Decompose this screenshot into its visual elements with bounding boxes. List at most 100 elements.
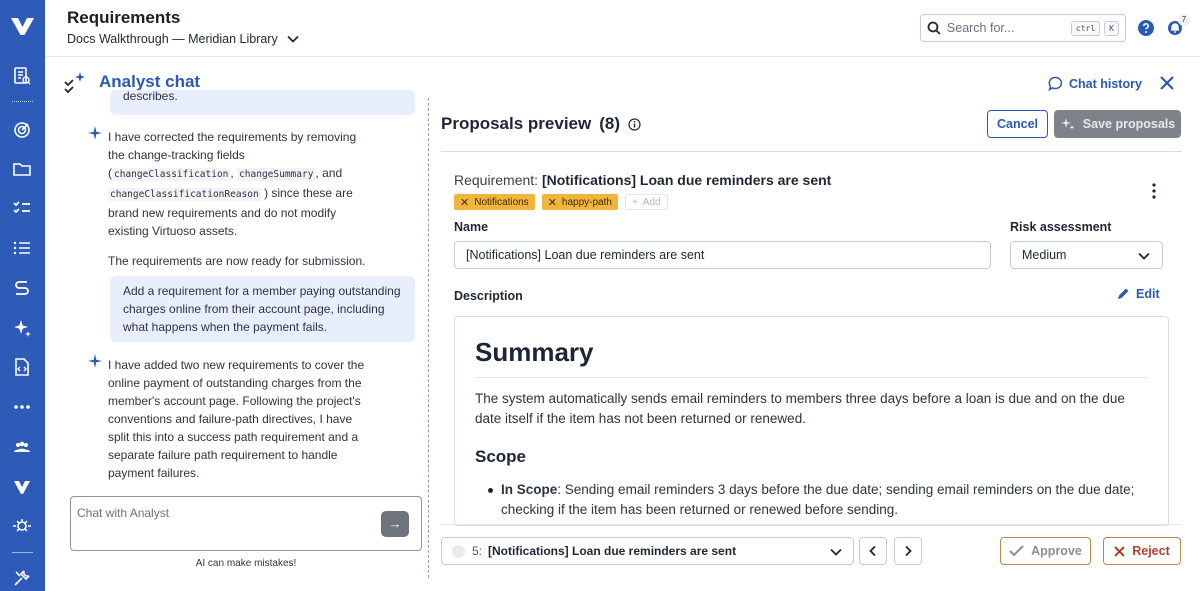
- cancel-label: Cancel: [997, 117, 1038, 131]
- ai-message: I have corrected the requirements by rem…: [88, 126, 368, 270]
- remove-tag-icon[interactable]: ✕: [548, 196, 557, 209]
- tag-notifications[interactable]: ✕ Notifications: [454, 194, 535, 210]
- close-icon: [1114, 545, 1125, 557]
- previous-proposal-button[interactable]: [859, 537, 887, 565]
- top-header: Requirements Docs Walkthrough — Meridian…: [45, 0, 1200, 57]
- target-nav-icon[interactable]: [12, 120, 32, 140]
- proposal-label: [Notifications] Loan due reminders are s…: [488, 544, 737, 558]
- brand-nav-icon[interactable]: [12, 477, 32, 497]
- chevron-down-icon: [830, 548, 842, 556]
- send-button[interactable]: →: [381, 511, 409, 537]
- page-title: Requirements: [67, 8, 181, 27]
- sparkle-nav-icon[interactable]: [12, 318, 32, 338]
- search-input[interactable]: [946, 21, 1067, 35]
- notification-count-badge: 7: [1178, 14, 1190, 26]
- code-field-name: changeClassification: [112, 168, 231, 181]
- ai-message-text: ) since these are: [264, 186, 353, 200]
- next-proposal-button[interactable]: [894, 537, 922, 565]
- user-message-fragment: describes.: [123, 89, 178, 103]
- approve-button[interactable]: Approve: [1000, 537, 1091, 565]
- sparkle-icon: [88, 126, 102, 140]
- search-icon: [927, 21, 941, 35]
- pencil-icon: [1118, 288, 1129, 299]
- user-message: Add a requirement for a member paying ou…: [110, 276, 415, 342]
- chat-history-button[interactable]: Chat history: [1048, 76, 1142, 91]
- proposals-heading: Proposals preview (8): [441, 114, 641, 134]
- cancel-button[interactable]: Cancel: [987, 110, 1048, 138]
- summary-text: The system automatically sends email rem…: [475, 391, 1125, 426]
- footer-divider: [441, 524, 1182, 525]
- ai-disclaimer: AI can make mistakes!: [195, 558, 297, 569]
- chevron-left-icon: [869, 545, 876, 557]
- tag-happy-path[interactable]: ✕ happy-path: [541, 194, 618, 210]
- document-code-nav-icon[interactable]: [12, 357, 32, 377]
- scope-bullet: In Scope: Sending email reminders 3 days…: [488, 480, 1141, 519]
- edit-label: Edit: [1136, 287, 1160, 301]
- ai-message-line: brand new requirements and do not modify: [108, 206, 337, 220]
- bullet-text: : Sending email reminders 3 days before …: [501, 482, 1135, 517]
- risk-value: Medium: [1022, 248, 1067, 262]
- sparkle-icon: [1060, 117, 1075, 130]
- remove-tag-icon[interactable]: ✕: [460, 196, 469, 209]
- chat-composer[interactable]: →: [70, 496, 422, 551]
- info-icon[interactable]: [628, 117, 641, 131]
- chat-input[interactable]: [77, 506, 367, 542]
- project-name: Docs Walkthrough — Meridian Library: [67, 32, 278, 46]
- chevron-down-icon: [1138, 252, 1150, 260]
- ai-message-text: I have added two new requirements to cov…: [108, 358, 365, 480]
- project-breadcrumb[interactable]: Docs Walkthrough — Meridian Library: [67, 32, 300, 46]
- edit-description-button[interactable]: Edit: [1116, 287, 1160, 301]
- scope-heading: Scope: [475, 447, 527, 466]
- requirement-name: [Notifications] Loan due reminders are s…: [541, 172, 832, 188]
- proposal-index: 5:: [472, 544, 483, 558]
- nav-separator: [12, 552, 33, 553]
- bug-nav-icon[interactable]: [12, 516, 32, 536]
- nav-rail: [0, 0, 45, 591]
- app-logo-icon[interactable]: [9, 12, 36, 39]
- ai-message-line: existing Virtuoso assets.: [108, 224, 238, 238]
- reject-label: Reject: [1132, 544, 1170, 558]
- header-divider: [441, 151, 1182, 152]
- name-value: [Notifications] Loan due reminders are s…: [466, 248, 705, 262]
- team-nav-icon[interactable]: [12, 437, 32, 457]
- proposal-selector[interactable]: 5: [Notifications] Loan due reminders ar…: [441, 537, 854, 565]
- status-dot: [452, 544, 465, 558]
- proposals-count: (8): [599, 114, 621, 133]
- approve-label: Approve: [1031, 544, 1082, 558]
- description-label: Description: [454, 289, 523, 303]
- tools-nav-icon[interactable]: [12, 568, 32, 588]
- user-message: describes.: [110, 89, 415, 115]
- close-icon[interactable]: [1158, 74, 1176, 92]
- save-proposals-button[interactable]: Save proposals: [1054, 110, 1181, 138]
- chevron-right-icon: [905, 545, 912, 557]
- plus-icon: +: [631, 196, 638, 208]
- folder-nav-icon[interactable]: [12, 159, 32, 179]
- reject-button[interactable]: Reject: [1103, 537, 1181, 565]
- global-search[interactable]: ctrl K: [920, 14, 1126, 42]
- check-icon: [1009, 545, 1024, 557]
- risk-assessment-select[interactable]: Medium: [1010, 241, 1163, 269]
- more-nav-icon[interactable]: [12, 397, 32, 417]
- more-options-icon[interactable]: [1148, 182, 1160, 200]
- checklist-nav-icon[interactable]: [12, 198, 32, 218]
- tag-label: Notifications: [474, 196, 529, 208]
- requirements-nav-icon[interactable]: [12, 66, 32, 86]
- description-heading: Summary: [475, 337, 594, 367]
- requirement-heading: Requirement: [Notifications] Loan due re…: [454, 172, 831, 188]
- shortcut-ctrl-key: ctrl: [1070, 20, 1101, 36]
- add-tag-button[interactable]: + Add: [624, 194, 668, 210]
- add-tag-label: Add: [642, 196, 661, 208]
- code-field-name: changeSummary: [237, 168, 316, 181]
- ai-message-line: (changeClassification, changeSummary, an…: [108, 166, 343, 181]
- requirement-prefix: Requirement:: [454, 172, 539, 188]
- help-icon[interactable]: [1137, 19, 1155, 37]
- description-preview[interactable]: Summary The system automatically sends e…: [454, 316, 1169, 526]
- analyst-sparkle-icon: [64, 72, 85, 94]
- flow-nav-icon[interactable]: [12, 278, 32, 298]
- list-nav-icon[interactable]: [12, 238, 32, 258]
- panel-divider[interactable]: [428, 98, 429, 578]
- notifications-button[interactable]: 7: [1165, 14, 1190, 37]
- code-field-name: changeClassificationReason: [108, 188, 261, 201]
- name-input[interactable]: [Notifications] Loan due reminders are s…: [454, 241, 991, 269]
- name-label: Name: [454, 220, 489, 234]
